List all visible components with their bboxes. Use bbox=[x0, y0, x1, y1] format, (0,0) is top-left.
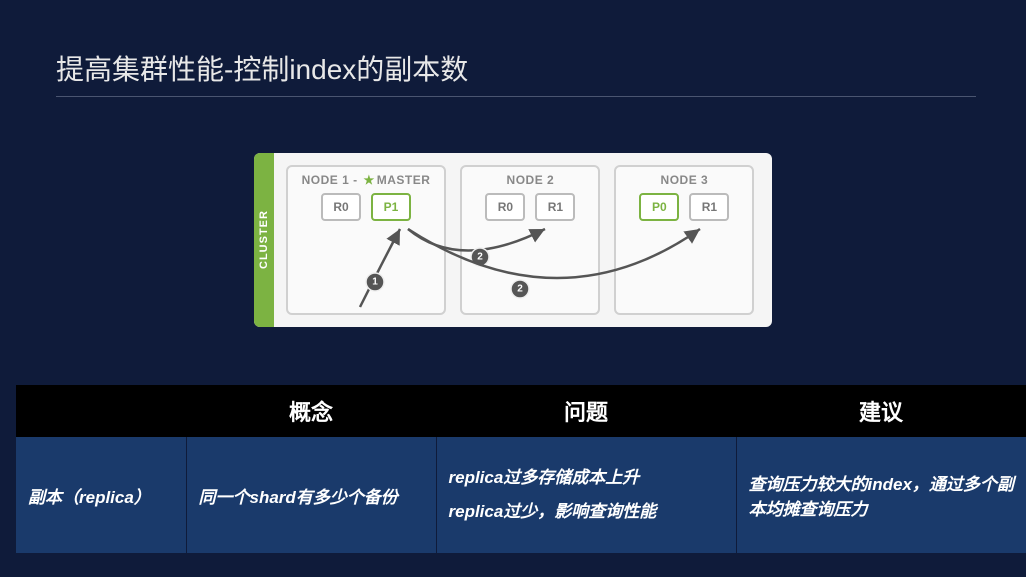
node-3: NODE 3 P0 R1 bbox=[614, 165, 754, 315]
node-1-master: MASTER bbox=[377, 173, 431, 187]
cluster-label: CLUSTER bbox=[254, 153, 274, 327]
node-2: NODE 2 R0 R1 bbox=[460, 165, 600, 315]
problem-line-1: replica过多存储成本上升 bbox=[449, 461, 724, 495]
cluster-box: CLUSTER NODE 1 - ★MASTER R0 P1 NODE 2 R0… bbox=[254, 153, 773, 327]
problem-line-2: replica过少，影响查询性能 bbox=[449, 495, 724, 529]
node-3-title: NODE 3 bbox=[630, 173, 738, 187]
table-row: 副本（replica） 同一个shard有多少个备份 replica过多存储成本… bbox=[16, 437, 1026, 553]
th-suggestion: 建议 bbox=[736, 385, 1026, 437]
node-3-shards: P0 R1 bbox=[630, 193, 738, 221]
slide-title: 提高集群性能-控制index的副本数 bbox=[0, 0, 1026, 96]
info-table: 概念 问题 建议 副本（replica） 同一个shard有多少个备份 repl… bbox=[16, 385, 1026, 553]
info-table-wrap: 概念 问题 建议 副本（replica） 同一个shard有多少个备份 repl… bbox=[16, 385, 1026, 553]
node-2-title: NODE 2 bbox=[476, 173, 584, 187]
th-problem: 问题 bbox=[436, 385, 736, 437]
th-concept: 概念 bbox=[186, 385, 436, 437]
shard-r1-n3: R1 bbox=[689, 193, 729, 221]
cell-concept: 同一个shard有多少个备份 bbox=[186, 437, 436, 553]
node-1-shards: R0 P1 bbox=[302, 193, 431, 221]
shard-r0-n1: R0 bbox=[321, 193, 361, 221]
th-empty bbox=[16, 385, 186, 437]
node-2-shards: R0 R1 bbox=[476, 193, 584, 221]
cell-suggestion: 查询压力较大的index，通过多个副本均摊查询压力 bbox=[736, 437, 1026, 553]
shard-p0-n3: P0 bbox=[639, 193, 679, 221]
table-header-row: 概念 问题 建议 bbox=[16, 385, 1026, 437]
cell-term: 副本（replica） bbox=[16, 437, 186, 553]
node-1-name: NODE 1 - bbox=[302, 173, 362, 187]
shard-r1-n2: R1 bbox=[535, 193, 575, 221]
cluster-diagram: CLUSTER NODE 1 - ★MASTER R0 P1 NODE 2 R0… bbox=[0, 97, 1026, 327]
shard-r0-n2: R0 bbox=[485, 193, 525, 221]
node-1: NODE 1 - ★MASTER R0 P1 bbox=[286, 165, 447, 315]
shard-p1-n1: P1 bbox=[371, 193, 411, 221]
node-1-title: NODE 1 - ★MASTER bbox=[302, 173, 431, 187]
nodes-row: NODE 1 - ★MASTER R0 P1 NODE 2 R0 R1 NODE… bbox=[274, 153, 773, 327]
cell-problem: replica过多存储成本上升 replica过少，影响查询性能 bbox=[436, 437, 736, 553]
master-star-icon: ★ bbox=[363, 173, 374, 187]
